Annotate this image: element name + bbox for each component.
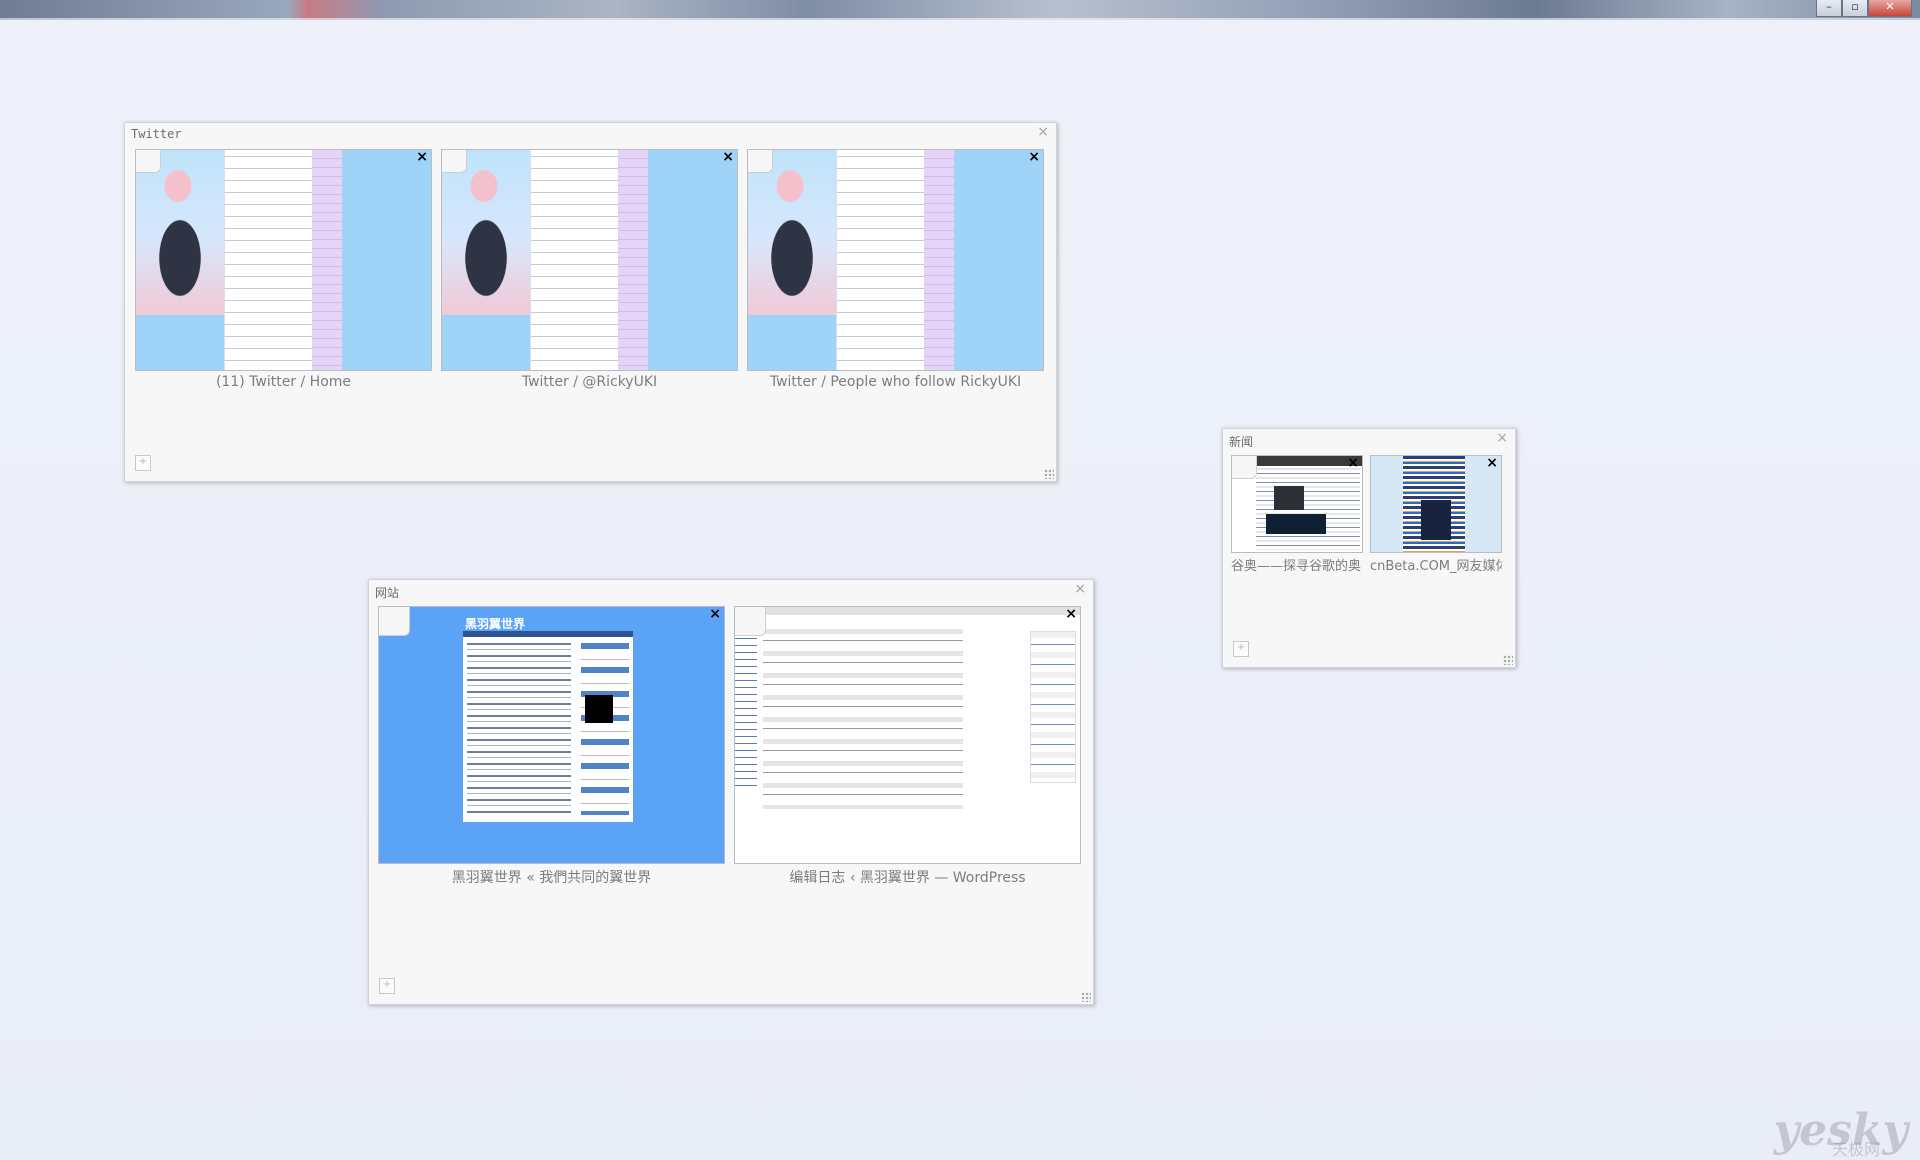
tab-title[interactable]: Twitter / People who follow RickyUKI [747, 374, 1044, 390]
article-image-preview [1274, 486, 1304, 510]
admin-bar-preview [735, 607, 1080, 615]
favicon-slot [748, 150, 773, 173]
window-controls: – ▫ ✕ [1816, 0, 1912, 18]
group-title[interactable]: 网站 [375, 584, 399, 601]
tab-title[interactable]: 编辑日志 ‹ 黑羽翼世界 — WordPress [734, 867, 1081, 887]
tab-preview[interactable]: × [734, 606, 1081, 864]
maximize-button[interactable]: ▫ [1842, 0, 1868, 17]
close-tab-icon[interactable]: × [722, 150, 734, 164]
group-title[interactable]: 新闻 [1229, 433, 1253, 450]
favicon-slot [379, 607, 410, 636]
post-list-preview [467, 643, 571, 815]
resize-handle-icon[interactable] [1503, 655, 1513, 665]
tab-thumbnail-twitter-profile[interactable]: × Twitter / @RickyUKI [441, 149, 738, 390]
tab-preview[interactable]: × [747, 149, 1044, 371]
close-group-icon[interactable]: × [1074, 582, 1086, 596]
minimize-button[interactable]: – [1816, 0, 1842, 17]
tab-group-twitter[interactable]: Twitter × × (11) Twitter / Home × Twitte… [124, 122, 1057, 482]
article-image-preview [1266, 514, 1326, 534]
tab-title[interactable]: 谷奥——探寻谷歌的奥 [1231, 555, 1363, 574]
tab-preview[interactable]: 黑羽翼世界 × [378, 606, 725, 864]
favicon-slot [735, 607, 766, 636]
resize-handle-icon[interactable] [1081, 992, 1091, 1002]
close-tab-icon[interactable]: × [709, 607, 721, 621]
blog-title-preview: 黑羽翼世界 [465, 617, 526, 631]
editor-area-preview [763, 629, 963, 809]
tab-title[interactable]: cnBeta.COM_网友媒体 [1370, 555, 1502, 574]
profile-background-art [748, 150, 838, 315]
tab-title[interactable]: 黑羽翼世界 « 我們共同的翼世界 [378, 867, 725, 887]
favicon-slot [442, 150, 467, 173]
tab-group-sites[interactable]: 网站 × 黑羽翼世界 × 黑羽翼世界 « 我們共同的翼世界 × 编辑日志 ‹ 黑… [368, 579, 1094, 1005]
new-tab-icon[interactable]: + [1233, 641, 1249, 657]
sidebar-preview [312, 150, 342, 370]
window-title-strip: – ▫ ✕ [0, 0, 1920, 20]
article-text-preview [1256, 468, 1360, 550]
favicon-slot [136, 150, 161, 173]
tab-group-news[interactable]: 新闻 × × 谷奥——探寻谷歌的奥 × cnBeta.COM_网友媒体 + [1222, 428, 1516, 668]
article-image-preview [1421, 500, 1451, 540]
sidebar-preview [924, 150, 954, 370]
tab-thumbnail-twitter-followers[interactable]: × Twitter / People who follow RickyUKI [747, 149, 1044, 390]
new-tab-icon[interactable]: + [135, 455, 151, 471]
sidebar-preview [618, 150, 648, 370]
new-tab-icon[interactable]: + [379, 978, 395, 994]
timeline-feed-preview [836, 150, 925, 370]
watermark-subtext: 天极网 [1831, 1140, 1880, 1159]
blog-sidebar-preview [581, 643, 629, 815]
tab-preview[interactable]: × [135, 149, 432, 371]
resize-handle-icon[interactable] [1044, 469, 1054, 479]
profile-background-art [136, 150, 226, 315]
close-group-icon[interactable]: × [1037, 125, 1049, 139]
close-group-icon[interactable]: × [1496, 431, 1508, 445]
tab-thumbnail-news-cnbeta[interactable]: × cnBeta.COM_网友媒体 [1370, 455, 1502, 575]
tab-preview[interactable]: × [1370, 455, 1502, 553]
group-title[interactable]: Twitter [131, 127, 182, 141]
timeline-feed-preview [530, 150, 619, 370]
tab-thumbnail-blog[interactable]: 黑羽翼世界 × 黑羽翼世界 « 我們共同的翼世界 [378, 606, 725, 896]
close-tab-icon[interactable]: × [1065, 607, 1077, 621]
favicon-slot [1232, 456, 1257, 479]
close-window-button[interactable]: ✕ [1868, 0, 1912, 17]
tab-thumbnail-twitter-home[interactable]: × (11) Twitter / Home [135, 149, 432, 390]
tab-title[interactable]: (11) Twitter / Home [135, 374, 432, 390]
timeline-feed-preview [224, 150, 313, 370]
tab-thumbnail-wordpress-editor[interactable]: × 编辑日志 ‹ 黑羽翼世界 — WordPress [734, 606, 1081, 896]
close-tab-icon[interactable]: × [1486, 456, 1498, 470]
admin-menu-preview [735, 631, 757, 791]
blog-content-preview [463, 637, 633, 822]
tab-preview[interactable]: × [1231, 455, 1363, 553]
profile-background-art [442, 150, 532, 315]
close-tab-icon[interactable]: × [1347, 456, 1359, 470]
publish-box-preview [1030, 631, 1076, 783]
sidebar-image-preview [585, 695, 613, 723]
close-tab-icon[interactable]: × [416, 150, 428, 164]
tab-thumbnail-news-google[interactable]: × 谷奥——探寻谷歌的奥 [1231, 455, 1363, 575]
tab-preview[interactable]: × [441, 149, 738, 371]
close-tab-icon[interactable]: × [1028, 150, 1040, 164]
tab-title[interactable]: Twitter / @RickyUKI [441, 374, 738, 390]
